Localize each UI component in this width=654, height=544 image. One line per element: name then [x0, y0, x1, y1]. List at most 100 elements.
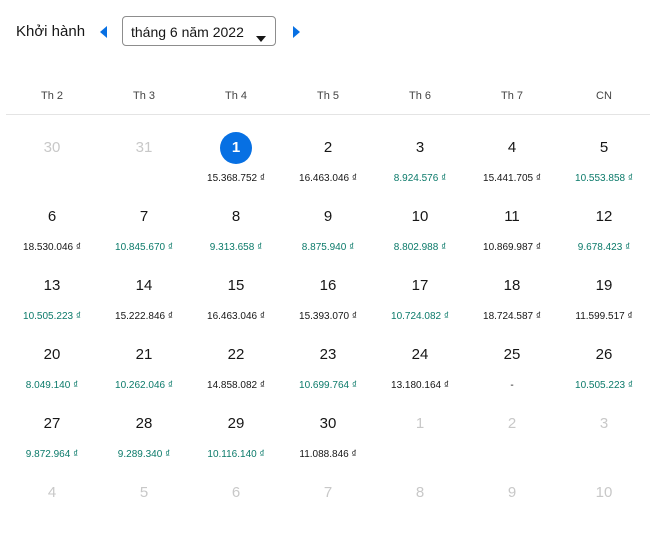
calendar-day[interactable]: 28 9.289.340 ₫: [98, 401, 190, 463]
chevron-down-icon: [256, 29, 266, 47]
day-price: 15.441.705 ₫: [483, 173, 541, 184]
calendar-day[interactable]: 16 15.393.070 ₫: [282, 263, 374, 325]
calendar-day[interactable]: 7 10.845.670 ₫: [98, 194, 190, 256]
day-number: 10: [595, 484, 613, 501]
weekday-label: Th 6: [408, 90, 431, 102]
day-price: 15.393.070 ₫: [299, 311, 357, 322]
day-number: 4: [507, 139, 517, 156]
calendar-day[interactable]: 9 8.875.940 ₫: [282, 194, 374, 256]
weekday-label: Th 5: [316, 90, 339, 102]
day-number: 7: [139, 208, 149, 225]
day-price: 8.049.140 ₫: [25, 380, 79, 391]
day-number: 31: [135, 139, 153, 156]
calendar-day[interactable]: 13 10.505.223 ₫: [6, 263, 98, 325]
calendar-day-selected[interactable]: 1 15.368.752 ₫: [190, 125, 282, 187]
day-number: 4: [47, 484, 57, 501]
day-number: 28: [135, 415, 153, 432]
day-number: 3: [415, 139, 425, 156]
triangle-right-icon: [293, 26, 300, 38]
day-number: 6: [47, 208, 57, 225]
calendar-day-outside-month: 1: [374, 401, 466, 463]
calendar-day[interactable]: 18 18.724.587 ₫: [466, 263, 558, 325]
day-number: 11: [504, 208, 520, 225]
day-number: 30: [43, 139, 61, 156]
calendar-day[interactable]: 30 11.088.846 ₫: [282, 401, 374, 463]
calendar-day[interactable]: 5 10.553.858 ₫: [558, 125, 650, 187]
calendar-day-outside-month: 31: [98, 125, 190, 187]
day-price: 11.599.517 ₫: [575, 311, 633, 322]
day-number: 23: [319, 346, 337, 363]
day-price: 10.553.858 ₫: [575, 173, 633, 184]
calendar-day-outside-month: 7: [282, 470, 374, 532]
day-number: 18: [503, 277, 521, 294]
calendar-day-outside-month: 10: [558, 470, 650, 532]
day-price: 16.463.046 ₫: [207, 311, 265, 322]
calendar-day[interactable]: 4 15.441.705 ₫: [466, 125, 558, 187]
calendar-day[interactable]: 6 18.530.046 ₫: [6, 194, 98, 256]
triangle-left-icon: [100, 26, 107, 38]
calendar-day[interactable]: 11 10.869.987 ₫: [466, 194, 558, 256]
depart-label: Khởi hành: [16, 23, 86, 40]
calendar-day-outside-month: 9: [466, 470, 558, 532]
calendar-day[interactable]: 22 14.858.082 ₫: [190, 332, 282, 394]
calendar-day[interactable]: 17 10.724.082 ₫: [374, 263, 466, 325]
calendar-day[interactable]: 20 8.049.140 ₫: [6, 332, 98, 394]
day-number: 5: [139, 484, 149, 501]
calendar-day[interactable]: 15 16.463.046 ₫: [190, 263, 282, 325]
day-number: 29: [227, 415, 245, 432]
calendar-day[interactable]: 10 8.802.988 ₫: [374, 194, 466, 256]
day-number: 9: [507, 484, 517, 501]
month-select-value: tháng 6 năm 2022: [131, 24, 244, 40]
day-number: 25: [503, 346, 521, 363]
prev-month-button[interactable]: [97, 25, 111, 39]
day-price: 15.368.752 ₫: [207, 173, 265, 184]
day-number: 24: [411, 346, 429, 363]
calendar-day[interactable]: 2 16.463.046 ₫: [282, 125, 374, 187]
day-price: 18.724.587 ₫: [483, 311, 541, 322]
next-month-button[interactable]: [289, 25, 303, 39]
month-select[interactable]: tháng 6 năm 2022: [122, 16, 276, 46]
day-price: 18.530.046 ₫: [23, 242, 81, 253]
weekday-label: Th 3: [132, 90, 155, 102]
day-number: 9: [323, 208, 333, 225]
day-number: 2: [507, 415, 517, 432]
calendar-day[interactable]: 24 13.180.164 ₫: [374, 332, 466, 394]
calendar-day[interactable]: 27 9.872.964 ₫: [6, 401, 98, 463]
day-number: 8: [415, 484, 425, 501]
calendar-day[interactable]: 3 8.924.576 ₫: [374, 125, 466, 187]
calendar-day[interactable]: 12 9.678.423 ₫: [558, 194, 650, 256]
day-number: 20: [43, 346, 61, 363]
day-number: 3: [599, 415, 609, 432]
day-number: 17: [411, 277, 429, 294]
calendar-day[interactable]: 14 15.222.846 ₫: [98, 263, 190, 325]
calendar-day[interactable]: 8 9.313.658 ₫: [190, 194, 282, 256]
weekday-label: Th 2: [40, 90, 63, 102]
day-number: 1: [231, 139, 241, 156]
day-number: 5: [599, 139, 609, 156]
calendar-day[interactable]: 19 11.599.517 ₫: [558, 263, 650, 325]
day-number: 21: [135, 346, 153, 363]
weekday-label: Th 7: [500, 90, 523, 102]
weekday-label: Th 4: [224, 90, 247, 102]
day-price: 9.872.964 ₫: [25, 449, 79, 460]
calendar-day[interactable]: 21 10.262.046 ₫: [98, 332, 190, 394]
calendar-day-outside-month: 3: [558, 401, 650, 463]
day-number: 10: [411, 208, 429, 225]
weekday-label: CN: [596, 90, 612, 102]
day-price: 8.802.988 ₫: [393, 242, 447, 253]
day-price: 15.222.846 ₫: [115, 311, 173, 322]
day-number: 2: [323, 139, 333, 156]
calendar-day-outside-month: 5: [98, 470, 190, 532]
day-price: 10.724.082 ₫: [391, 311, 449, 322]
day-price: 10.869.987 ₫: [483, 242, 541, 253]
calendar-day[interactable]: 29 10.116.140 ₫: [190, 401, 282, 463]
calendar-day[interactable]: 23 10.699.764 ₫: [282, 332, 374, 394]
day-price: 10.262.046 ₫: [115, 380, 173, 391]
calendar-grid: 30 31 1 15.368.752 ₫ 2 16.463.046 ₫ 3 8.924.576…: [6, 125, 650, 539]
day-number: 27: [43, 415, 61, 432]
day-price: 10.505.223 ₫: [575, 380, 633, 391]
day-price: 9.678.423 ₫: [577, 242, 631, 253]
calendar-day[interactable]: 26 10.505.223 ₫: [558, 332, 650, 394]
calendar-day[interactable]: 25 -: [466, 332, 558, 394]
day-price: 11.088.846 ₫: [299, 449, 357, 460]
